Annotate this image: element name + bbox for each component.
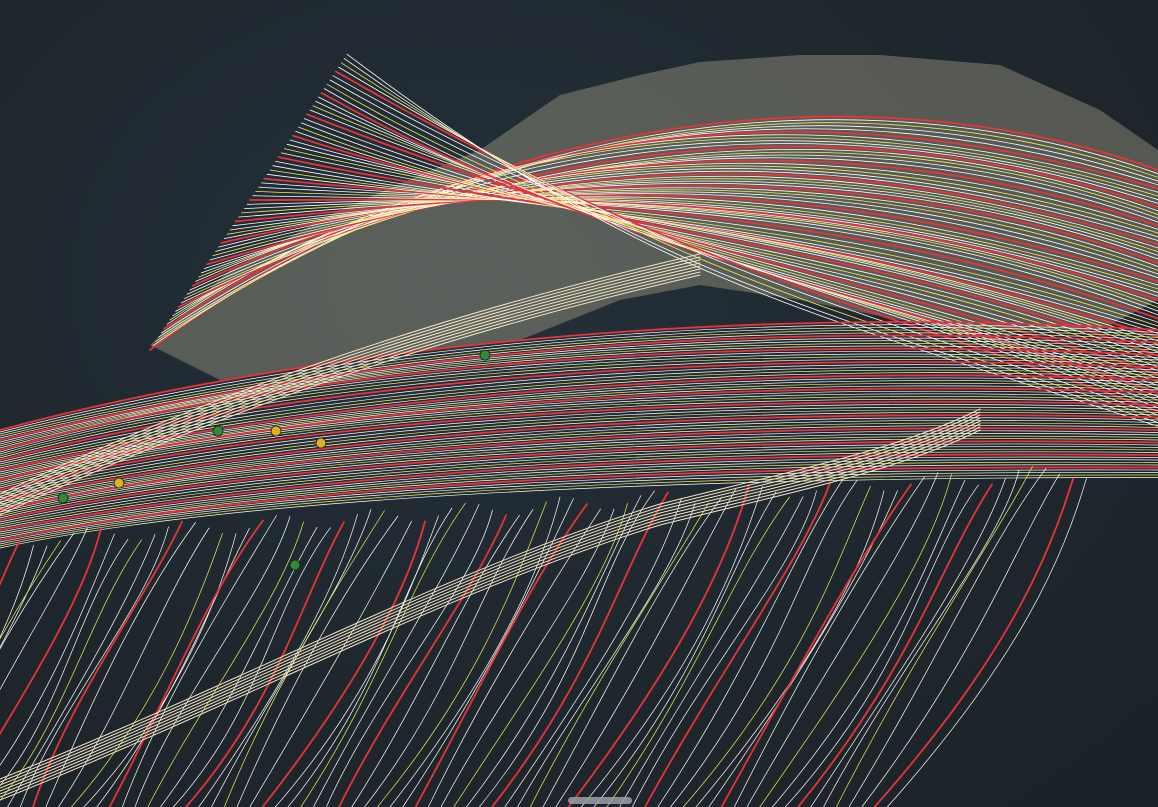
- contour-line-foreground: [0, 538, 129, 787]
- contour-line-foreground: [644, 482, 831, 807]
- contour-line-foreground: [121, 515, 277, 807]
- contour-line-valley: [0, 453, 1158, 531]
- contour-line-foreground: [58, 527, 210, 807]
- contour-line-foreground: [733, 476, 925, 807]
- contour-terrain-model[interactable]: [0, 0, 1158, 807]
- contour-line-foreground: [147, 521, 304, 807]
- contour-line-foreground: [389, 496, 561, 807]
- contour-line-foreground: [0, 539, 142, 801]
- contour-line-valley: [0, 435, 1158, 517]
- contour-line-foreground: [32, 520, 183, 807]
- contour-line-foreground: [108, 519, 264, 807]
- contour-line-foreground: [823, 470, 1020, 807]
- contour-line-foreground: [720, 483, 912, 807]
- contour-line-foreground: [0, 539, 21, 587]
- yellow-point-marker[interactable]: [270, 425, 282, 437]
- horizontal-scroll-handle[interactable]: [568, 797, 632, 804]
- contour-line-foreground: [593, 491, 777, 807]
- green-point-marker[interactable]: [479, 349, 491, 361]
- contour-line-foreground: [873, 477, 1074, 807]
- green-point-marker[interactable]: [289, 559, 301, 571]
- green-point-marker[interactable]: [212, 425, 224, 437]
- contour-line-foreground: [172, 527, 331, 807]
- contour-line-foreground: [0, 527, 88, 691]
- yellow-point-marker[interactable]: [315, 437, 327, 449]
- contour-line-foreground: [695, 490, 885, 807]
- contour-line-foreground: [797, 483, 993, 807]
- contour-line-foreground: [325, 509, 493, 807]
- contour-line-foreground: [351, 514, 520, 807]
- 3d-terrain-viewport[interactable]: [0, 0, 1158, 807]
- green-point-marker[interactable]: [57, 492, 69, 504]
- contour-line-foreground: [83, 533, 237, 807]
- contour-line-foreground: [198, 513, 358, 807]
- contour-line-foreground: [670, 479, 858, 807]
- contour-line-foreground: [619, 496, 804, 807]
- contour-line-foreground: [606, 496, 790, 807]
- contour-line-foreground: [772, 479, 966, 807]
- contour-line-foreground: [861, 473, 1060, 807]
- yellow-point-marker[interactable]: [113, 477, 125, 489]
- contour-line-foreground: [249, 520, 412, 807]
- contour-line-foreground: [631, 490, 817, 807]
- contour-line-foreground: [376, 501, 547, 807]
